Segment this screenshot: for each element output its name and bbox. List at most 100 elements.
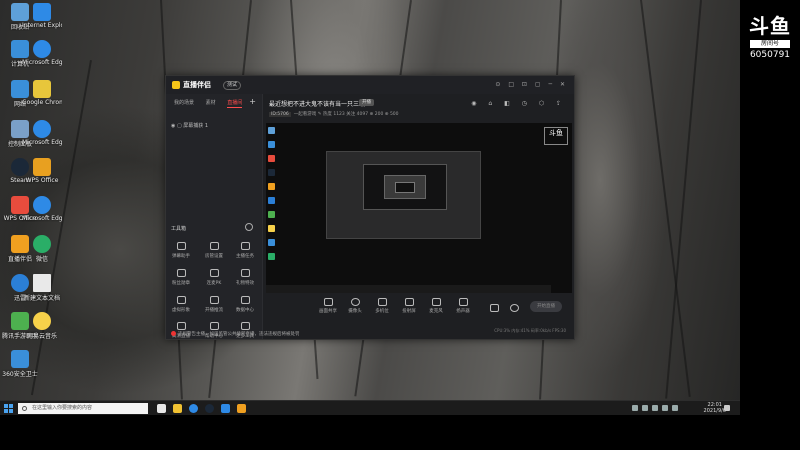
tool-label: 主播任务 bbox=[236, 254, 254, 259]
desktop-icon-netease-music[interactable]: 网易云音乐 bbox=[22, 312, 62, 340]
control-label: 多机位 bbox=[375, 309, 389, 314]
stream-preview[interactable]: 斗鱼 bbox=[266, 123, 572, 293]
control-settings[interactable] bbox=[502, 304, 526, 314]
tool-room-admin[interactable]: 房管设置 bbox=[199, 242, 229, 259]
tray-volume-icon[interactable] bbox=[652, 405, 658, 411]
taskbar-search-input[interactable]: 在这里输入你要搜索的内容 bbox=[18, 403, 148, 414]
chat-icon bbox=[176, 242, 186, 250]
cast-icon bbox=[404, 298, 414, 306]
version-badge[interactable]: 测试 bbox=[223, 81, 242, 90]
tray-ime-icon[interactable] bbox=[662, 405, 668, 411]
taskbar-app-task-view[interactable] bbox=[157, 404, 166, 413]
desktop-icon-text-doc[interactable]: 新建文本文档 bbox=[22, 274, 62, 302]
app-titlebar[interactable]: 直播伴侣 测试 ⊙ □ ⊡ ▢ ─ ✕ bbox=[166, 76, 574, 94]
desktop-icon-label: Microsoft Edge bbox=[22, 139, 62, 146]
tray-clock[interactable]: 22:01 2021/9/6 bbox=[704, 402, 726, 414]
taskbar-app-explorer[interactable] bbox=[173, 404, 182, 413]
desktop-icon-chrome[interactable]: Google Chrome bbox=[22, 80, 62, 106]
control-label: 画面共享 bbox=[319, 309, 337, 314]
tool-tasks[interactable]: 主播任务 bbox=[230, 242, 260, 259]
tray-app-icon[interactable] bbox=[672, 405, 678, 411]
taskbar-app-edge[interactable] bbox=[189, 404, 198, 413]
live-companion-window[interactable]: 直播伴侣 测试 ⊙ □ ⊡ ▢ ─ ✕ 我的场景 素材 直播间 + ◉ ▢ 屏幕… bbox=[165, 75, 575, 340]
tool-label: 礼物特效 bbox=[236, 281, 254, 286]
tool-push[interactable]: 开播推流 bbox=[199, 296, 229, 313]
notification-icon[interactable] bbox=[724, 405, 730, 411]
desktop-icon-wechat[interactable]: 微信 bbox=[22, 235, 62, 263]
control-camera[interactable]: 摄像头 bbox=[343, 298, 367, 314]
edge-icon bbox=[33, 120, 51, 138]
tab-materials[interactable]: 素材 bbox=[206, 100, 216, 106]
preview-desktop-icons bbox=[266, 123, 286, 293]
tool-danmu[interactable]: 弹幕助手 bbox=[166, 242, 196, 259]
toolbox-header: 工具箱 bbox=[171, 226, 187, 232]
tray-network-icon[interactable] bbox=[642, 405, 648, 411]
gear-icon bbox=[509, 304, 519, 312]
control-microphone[interactable]: 麦克风 bbox=[424, 298, 448, 314]
control-screen-share[interactable]: 画面共享 bbox=[316, 298, 340, 314]
tray-chevron-icon[interactable] bbox=[632, 405, 638, 411]
douyu-logo-mark: 斗鱼 bbox=[749, 14, 791, 38]
tab-scenes[interactable]: 我的场景 bbox=[174, 100, 194, 106]
preview-nested-window-3 bbox=[384, 175, 426, 199]
tool-label: 开播推流 bbox=[205, 308, 223, 313]
desktop-icon-edge-2[interactable]: Microsoft Edge bbox=[22, 120, 62, 146]
desktop-icon-label: 网易云音乐 bbox=[26, 333, 57, 340]
room-action-icons[interactable]: ◉ ⌂ ◧ ◷ ⬡ ⇪ bbox=[471, 100, 566, 107]
desktop-icon-edge[interactable]: Microsoft Edge bbox=[22, 40, 62, 66]
desktop-icon-windows-store[interactable]: WPS Office bbox=[22, 158, 62, 184]
preview-icon bbox=[268, 141, 275, 148]
record-icon bbox=[489, 304, 499, 312]
control-label: 投射屏 bbox=[402, 309, 416, 314]
room-meta-text: 一起看游戏 ✎ 热度 1123 关注 4097 ⊕ 200 ⊕ 500 bbox=[293, 112, 399, 117]
stream-overlay-bottom bbox=[0, 415, 740, 450]
toolbox-settings-icon[interactable] bbox=[245, 223, 253, 231]
desktop-icon-ie[interactable]: Internet Explorer bbox=[22, 3, 62, 29]
go-live-button[interactable]: 开始直播 bbox=[530, 301, 562, 312]
tool-gift-effects[interactable]: 礼物特效 bbox=[230, 269, 260, 286]
room-title[interactable]: 最近想把不进大鬼不该有当一只三编 bbox=[269, 99, 365, 108]
tool-pk[interactable]: 连麦PK bbox=[199, 269, 229, 286]
start-button[interactable] bbox=[4, 404, 13, 413]
search-placeholder: 在这里输入你要搜索的内容 bbox=[32, 405, 93, 411]
desktop-icon-label: WPS Office bbox=[25, 177, 59, 184]
preview-logo: 斗鱼 bbox=[544, 127, 568, 145]
taskbar-app-steam[interactable] bbox=[205, 404, 214, 413]
desktop-icon-edge-3[interactable]: Microsoft Edge bbox=[22, 196, 62, 222]
control-project[interactable]: 投射屏 bbox=[397, 298, 421, 314]
wechat-icon bbox=[33, 235, 51, 253]
preview-icon bbox=[268, 239, 275, 246]
chart-icon bbox=[240, 296, 250, 304]
tool-label: 房管设置 bbox=[205, 254, 223, 259]
control-label: 扬声器 bbox=[456, 309, 470, 314]
add-source-button[interactable]: + bbox=[249, 97, 256, 106]
desktop-icon-label: 新建文本文档 bbox=[23, 295, 60, 302]
stream-overlay-sidebar bbox=[740, 0, 800, 450]
control-multi-cam[interactable]: 多机位 bbox=[370, 298, 394, 314]
tool-avatar[interactable]: 虚拟形象 bbox=[166, 296, 196, 313]
speaker-icon bbox=[458, 298, 468, 306]
medal-icon bbox=[176, 269, 186, 277]
control-speaker[interactable]: 扬声器 bbox=[451, 298, 475, 314]
tool-fan-medal[interactable]: 粉丝勋章 bbox=[166, 269, 196, 286]
room-meta: ID:5706 一起看游戏 ✎ 热度 1123 关注 4097 ⊕ 200 ⊕ 5… bbox=[269, 111, 399, 117]
taskbar-app-browser[interactable] bbox=[221, 404, 230, 413]
preview-nested-window bbox=[326, 151, 481, 239]
preview-icon bbox=[268, 169, 275, 176]
desktop-icon-label: 360安全卫士 bbox=[2, 371, 38, 378]
control-label: 麦克风 bbox=[429, 309, 443, 314]
tab-live-room[interactable]: 直播间 bbox=[227, 100, 243, 108]
layer-item[interactable]: ◉ ▢ 屏幕捕获 1 bbox=[171, 122, 208, 129]
multi-camera-icon bbox=[377, 298, 387, 306]
taskbar-app-live-companion[interactable] bbox=[237, 404, 246, 413]
control-label: 摄像头 bbox=[348, 309, 362, 314]
streamer-logo: 斗鱼 房间号 6050791 bbox=[744, 10, 796, 60]
preview-icon bbox=[268, 253, 275, 260]
desktop-icon-360[interactable]: 360安全卫士 bbox=[0, 350, 40, 378]
preview-icon bbox=[268, 155, 275, 162]
gift-icon bbox=[240, 269, 250, 277]
tool-data[interactable]: 数据中心 bbox=[230, 296, 260, 313]
user-icon bbox=[209, 242, 219, 250]
tool-label: 数据中心 bbox=[236, 308, 254, 313]
window-controls[interactable]: ⊙ □ ⊡ ▢ ─ ✕ bbox=[495, 81, 568, 88]
